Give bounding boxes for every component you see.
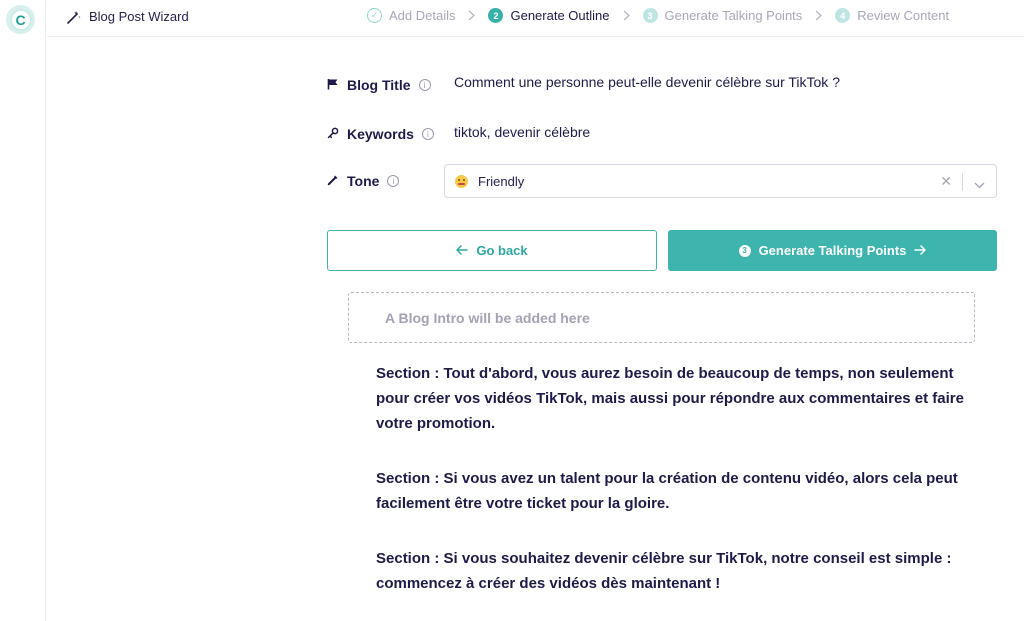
wizard-title-text: Blog Post Wizard: [89, 9, 189, 24]
arrow-left-icon: [456, 243, 469, 258]
step-number-badge: 2: [488, 8, 504, 23]
blog-title-value[interactable]: Comment une personne peut-elle devenir c…: [454, 74, 840, 90]
chevron-down-icon[interactable]: [974, 176, 985, 194]
chevron-right-icon: [815, 10, 823, 21]
wizard-steps: ✓ Add Details 2 Generate Outline 3 Gener…: [367, 8, 949, 23]
outline-section[interactable]: Section : Tout d'abord, vous aurez besoi…: [376, 361, 966, 436]
keywords-value[interactable]: tiktok, devenir célèbre: [454, 124, 590, 140]
step-add-details[interactable]: ✓ Add Details: [367, 8, 455, 23]
keywords-label: Keywords i: [327, 126, 454, 142]
keywords-label-text: Keywords: [347, 126, 414, 142]
check-circle-icon: ✓: [367, 8, 382, 23]
blog-title-label-text: Blog Title: [347, 77, 411, 93]
top-bar: Blog Post Wizard ✓ Add Details 2 Generat…: [47, 0, 1024, 37]
step-review-content[interactable]: 4 Review Content: [835, 8, 949, 23]
key-icon: [327, 126, 339, 142]
generate-talking-points-label: Generate Talking Points: [758, 243, 907, 258]
info-icon[interactable]: i: [418, 79, 431, 91]
info-icon[interactable]: i: [421, 128, 434, 140]
step-number-badge: 3: [738, 244, 751, 257]
step-generate-outline[interactable]: 2 Generate Outline: [488, 8, 610, 23]
step-number-badge: 4: [835, 8, 851, 23]
arrow-right-icon: [914, 243, 927, 258]
chevron-right-icon: [468, 10, 476, 21]
pen-icon: [327, 173, 339, 189]
outline-section[interactable]: Section : Si vous avez un talent pour la…: [376, 466, 966, 516]
tone-row: Tone i: [327, 173, 454, 189]
step-label: Review Content: [857, 8, 950, 23]
blog-title-row: Blog Title i Comment une personne peut-e…: [327, 74, 840, 93]
outline-sections: Section : Tout d'abord, vous aurez besoi…: [376, 361, 966, 621]
app-logo[interactable]: C: [6, 5, 35, 34]
clear-icon[interactable]: ✕: [940, 173, 952, 190]
logo-letter: C: [9, 8, 32, 31]
go-back-button[interactable]: Go back: [327, 230, 657, 271]
step-label: Generate Talking Points: [664, 8, 803, 23]
go-back-label: Go back: [476, 243, 528, 258]
blog-title-label: Blog Title i: [327, 77, 454, 93]
select-divider: [962, 173, 963, 191]
tone-select[interactable]: Friendly ✕: [444, 164, 997, 198]
grinning-face-emoji-icon: [455, 174, 468, 188]
left-sidebar: C: [0, 0, 46, 621]
magic-wand-icon: [67, 10, 81, 24]
keywords-row: Keywords i tiktok, devenir célèbre: [327, 124, 590, 142]
chevron-right-icon: [623, 10, 630, 21]
blog-intro-placeholder[interactable]: A Blog Intro will be added here: [348, 292, 975, 343]
info-icon[interactable]: i: [387, 175, 400, 187]
step-number-badge: 3: [642, 8, 658, 23]
blog-intro-placeholder-text: A Blog Intro will be added here: [385, 309, 590, 326]
wizard-title: Blog Post Wizard: [67, 9, 189, 24]
outline-section[interactable]: Section : Si vous souhaitez devenir célè…: [376, 546, 966, 596]
step-label: Add Details: [389, 8, 456, 23]
step-label: Generate Outline: [510, 8, 610, 23]
tone-label-text: Tone: [347, 173, 380, 189]
tone-label: Tone i: [327, 173, 454, 189]
generate-talking-points-button[interactable]: 3 Generate Talking Points: [668, 230, 997, 271]
step-generate-talking-points[interactable]: 3 Generate Talking Points: [642, 8, 803, 23]
flag-icon: [327, 77, 339, 93]
tone-selected-value: Friendly: [478, 173, 525, 189]
